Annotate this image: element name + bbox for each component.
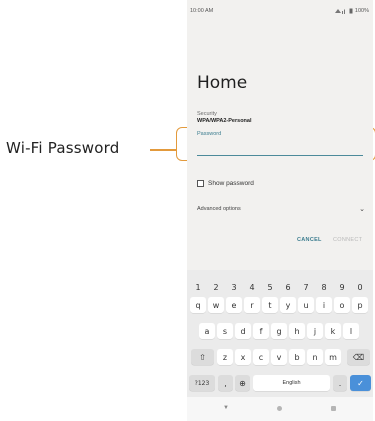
symbols-key[interactable]: ?123 bbox=[189, 375, 215, 391]
keyboard-number-row: 1234567890 bbox=[187, 279, 373, 295]
space-bar[interactable]: English bbox=[253, 375, 330, 391]
key-0[interactable]: 0 bbox=[352, 279, 368, 295]
key-u[interactable]: u bbox=[298, 297, 314, 313]
connect-button[interactable]: CONNECT bbox=[333, 237, 362, 243]
key-4[interactable]: 4 bbox=[244, 279, 260, 295]
key-w[interactable]: w bbox=[208, 297, 224, 313]
key-3[interactable]: 3 bbox=[226, 279, 242, 295]
security-value: WPA/WPA2-Personal bbox=[197, 118, 252, 124]
cancel-button[interactable]: CANCEL bbox=[297, 237, 322, 243]
key-5[interactable]: 5 bbox=[262, 279, 278, 295]
comma-key[interactable]: , bbox=[218, 375, 233, 391]
show-password-label: Show password bbox=[208, 180, 254, 187]
key-y[interactable]: y bbox=[280, 297, 296, 313]
keyboard-bottom-row: ?123 , ⊕ English . ✓ bbox=[187, 375, 373, 391]
navigation-bar: ▼ bbox=[187, 397, 373, 421]
callout-label: Wi-Fi Password bbox=[6, 139, 120, 157]
key-t[interactable]: t bbox=[262, 297, 278, 313]
key-x[interactable]: x bbox=[235, 349, 251, 365]
key-6[interactable]: 6 bbox=[280, 279, 296, 295]
advanced-options-row[interactable]: Advanced options ⌄ bbox=[197, 206, 365, 216]
key-n[interactable]: n bbox=[307, 349, 323, 365]
key-p[interactable]: p bbox=[352, 297, 368, 313]
chevron-down-icon[interactable]: ⌄ bbox=[359, 205, 365, 213]
password-input[interactable] bbox=[197, 139, 363, 156]
password-label: Password bbox=[197, 131, 222, 137]
period-key[interactable]: . bbox=[333, 375, 347, 391]
key-e[interactable]: e bbox=[226, 297, 242, 313]
nav-recents-icon[interactable] bbox=[331, 406, 336, 411]
key-1[interactable]: 1 bbox=[190, 279, 206, 295]
show-password-option[interactable]: Show password bbox=[197, 180, 254, 187]
security-label: Security bbox=[197, 111, 217, 117]
key-a[interactable]: a bbox=[199, 323, 215, 339]
key-f[interactable]: f bbox=[253, 323, 269, 339]
backspace-key[interactable]: ⌫ bbox=[347, 349, 370, 365]
key-g[interactable]: g bbox=[271, 323, 287, 339]
nav-back-icon[interactable]: ▼ bbox=[223, 405, 229, 411]
key-m[interactable]: m bbox=[325, 349, 341, 365]
key-s[interactable]: s bbox=[217, 323, 233, 339]
show-password-checkbox[interactable] bbox=[197, 180, 204, 187]
status-bar: 10:00 AM 100% bbox=[187, 8, 373, 18]
on-screen-keyboard: 1234567890 qwertyuiop asdfghjkl ⇧ ⌫ zxcv… bbox=[187, 270, 373, 397]
key-k[interactable]: k bbox=[325, 323, 341, 339]
key-o[interactable]: o bbox=[334, 297, 350, 313]
status-icons: 100% bbox=[334, 8, 369, 14]
key-q[interactable]: q bbox=[190, 297, 206, 313]
key-8[interactable]: 8 bbox=[316, 279, 332, 295]
key-j[interactable]: j bbox=[307, 323, 323, 339]
status-time: 10:00 AM bbox=[190, 8, 214, 14]
key-b[interactable]: b bbox=[289, 349, 305, 365]
keyboard-row-3: ⇧ ⌫ zxcvbnm bbox=[187, 349, 373, 365]
advanced-options-label: Advanced options bbox=[197, 206, 241, 212]
keyboard-row-1: qwertyuiop bbox=[187, 297, 373, 313]
nav-home-icon[interactable] bbox=[277, 406, 282, 411]
battery-level: 100% bbox=[354, 8, 369, 14]
key-7[interactable]: 7 bbox=[298, 279, 314, 295]
battery-icon bbox=[349, 8, 353, 14]
keyboard-row-2: asdfghjkl bbox=[187, 323, 373, 339]
key-d[interactable]: d bbox=[235, 323, 251, 339]
key-h[interactable]: h bbox=[289, 323, 305, 339]
callout-connector bbox=[150, 149, 176, 151]
phone-screen: 10:00 AM 100% Home Security WPA/WPA2-Per… bbox=[187, 0, 373, 421]
key-i[interactable]: i bbox=[316, 297, 332, 313]
key-v[interactable]: v bbox=[271, 349, 287, 365]
key-2[interactable]: 2 bbox=[208, 279, 224, 295]
network-name: Home bbox=[197, 73, 248, 93]
shift-key[interactable]: ⇧ bbox=[191, 349, 214, 365]
key-c[interactable]: c bbox=[253, 349, 269, 365]
key-r[interactable]: r bbox=[244, 297, 260, 313]
key-9[interactable]: 9 bbox=[334, 279, 350, 295]
key-l[interactable]: l bbox=[343, 323, 359, 339]
globe-icon[interactable]: ⊕ bbox=[235, 375, 250, 391]
enter-key[interactable]: ✓ bbox=[350, 375, 371, 391]
wifi-cell-signal-icon bbox=[334, 9, 345, 14]
key-z[interactable]: z bbox=[217, 349, 233, 365]
